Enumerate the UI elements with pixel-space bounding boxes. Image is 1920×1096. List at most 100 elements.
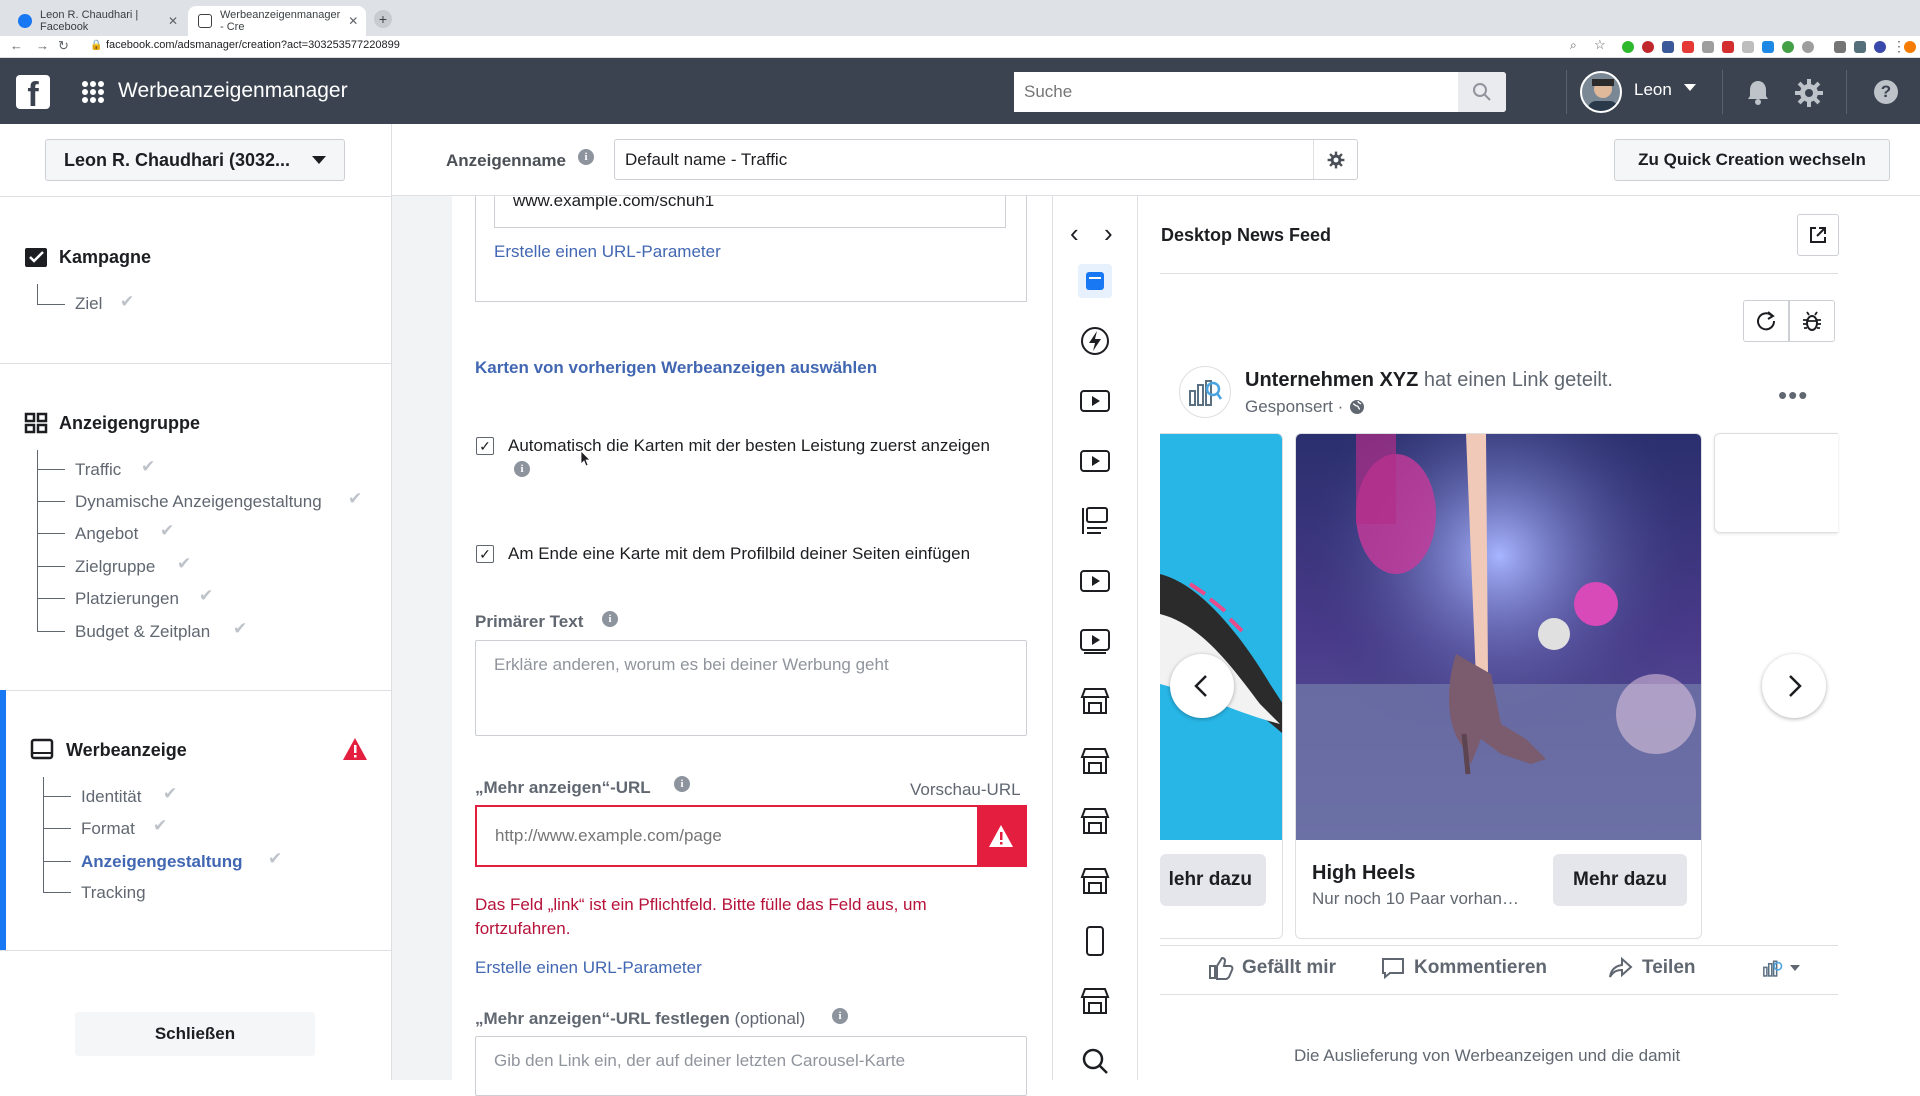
user-menu-caret-icon[interactable] xyxy=(1684,84,1696,91)
video-placement-icon[interactable] xyxy=(1078,384,1112,418)
sidebar-item-angebot[interactable]: Angebot xyxy=(75,524,138,544)
user-name[interactable]: Leon xyxy=(1634,80,1672,100)
marketplace-placement-icon[interactable] xyxy=(1078,744,1112,778)
next-placement-icon[interactable]: › xyxy=(1104,218,1113,249)
profile-avatar-icon[interactable] xyxy=(1874,41,1886,53)
close-button[interactable]: Schließen xyxy=(75,1012,315,1056)
carousel-card-next[interactable] xyxy=(1714,433,1838,533)
sidebar-item-tracking[interactable]: Tracking xyxy=(81,883,146,903)
page-logo[interactable] xyxy=(1179,366,1231,418)
zoom-icon[interactable]: ⌕ xyxy=(1570,38,1577,53)
avatar[interactable] xyxy=(1580,71,1622,113)
card-previous-cta[interactable]: lehr dazu xyxy=(1160,854,1266,906)
marketplace-placement-icon[interactable] xyxy=(1078,864,1112,898)
new-tab-icon[interactable]: + xyxy=(374,10,392,28)
set-url-input[interactable]: Gib den Link ein, der auf deiner letzten… xyxy=(475,1036,1027,1096)
preview-url-link[interactable]: Vorschau-URL xyxy=(910,780,1021,800)
ad-name-input[interactable] xyxy=(615,149,1313,170)
instant-article-placement-icon[interactable] xyxy=(1078,324,1112,358)
marketplace-placement-icon[interactable] xyxy=(1078,684,1112,718)
auto-order-checkbox[interactable]: ✓ xyxy=(476,437,494,455)
more-options-icon[interactable]: ••• xyxy=(1778,380,1808,411)
video-placement-icon[interactable] xyxy=(1078,444,1112,478)
page-selector[interactable] xyxy=(1762,958,1800,978)
previous-placement-icon[interactable]: ‹ xyxy=(1070,218,1079,249)
extension-icon[interactable] xyxy=(1762,41,1774,53)
video-placement-icon[interactable] xyxy=(1078,564,1112,598)
extension-icon[interactable] xyxy=(1662,41,1674,53)
sidebar-item-dynamic[interactable]: Dynamische Anzeigengestaltung xyxy=(75,492,322,512)
update-icon[interactable] xyxy=(1904,41,1916,53)
search-placement-icon[interactable] xyxy=(1078,1044,1112,1078)
extension-icon[interactable] xyxy=(1682,41,1694,53)
more-url-input[interactable] xyxy=(477,807,977,865)
end-card-checkbox[interactable]: ✓ xyxy=(476,545,494,563)
create-url-parameter-link[interactable]: Erstelle einen URL-Parameter xyxy=(475,958,702,978)
carousel-card-high-heels[interactable]: High Heels Nur noch 10 Paar vorhan… Mehr… xyxy=(1295,433,1702,939)
share-button[interactable]: Teilen xyxy=(1608,956,1696,980)
website-url-input[interactable]: www.example.com/schuh1 xyxy=(494,196,1006,228)
sidebar-item-budget[interactable]: Budget & Zeitplan xyxy=(75,622,210,642)
comment-button[interactable]: Kommentieren xyxy=(1380,956,1547,980)
extension-icon[interactable] xyxy=(1722,41,1734,53)
page-name[interactable]: Unternehmen XYZ xyxy=(1245,369,1418,391)
marketplace-placement-icon[interactable] xyxy=(1078,984,1112,1018)
desktop-feed-placement-icon[interactable] xyxy=(1078,264,1112,298)
card-cta-button[interactable]: Mehr dazu xyxy=(1553,854,1687,906)
back-icon[interactable]: ← xyxy=(10,38,23,53)
bookmark-star-icon[interactable]: ☆ xyxy=(1594,37,1606,53)
select-previous-cards-link[interactable]: Karten von vorherigen Werbeanzeigen ausw… xyxy=(475,358,877,378)
close-tab-icon[interactable]: ✕ xyxy=(348,14,358,28)
sidebar-item-ziel[interactable]: Ziel xyxy=(75,294,102,314)
url-text[interactable]: facebook.com/adsmanager/creation?act=303… xyxy=(106,39,400,51)
info-icon[interactable]: i xyxy=(602,611,618,627)
video-placement-icon[interactable] xyxy=(1078,624,1112,658)
open-preview-button[interactable] xyxy=(1797,214,1839,256)
create-url-parameter-link[interactable]: Erstelle einen URL-Parameter xyxy=(494,242,721,262)
sidebar-item-anzeigengestaltung[interactable]: Anzeigengestaltung xyxy=(81,852,243,872)
app-title[interactable]: Werbeanzeigenmanager xyxy=(118,79,348,103)
primary-text-input[interactable]: Erkläre anderen, worum es bei deiner Wer… xyxy=(475,640,1027,736)
marketplace-placement-icon[interactable] xyxy=(1078,804,1112,838)
info-icon[interactable]: i xyxy=(514,461,530,477)
mobile-placement-icon[interactable] xyxy=(1078,924,1112,958)
help-icon[interactable]: ? xyxy=(1874,80,1898,104)
extension-icon[interactable] xyxy=(1742,41,1754,53)
forward-icon[interactable]: → xyxy=(36,38,49,53)
settings-gear-icon[interactable] xyxy=(1794,78,1824,108)
extension-icon[interactable] xyxy=(1702,41,1714,53)
refresh-preview-button[interactable] xyxy=(1743,300,1789,342)
carousel-next-button[interactable] xyxy=(1762,654,1826,718)
extension-icon[interactable] xyxy=(1802,41,1814,53)
carousel-previous-button[interactable] xyxy=(1170,654,1234,718)
sidebar-section-ad[interactable]: Werbeanzeige xyxy=(66,740,187,761)
search-button[interactable] xyxy=(1458,72,1506,112)
extension-icon[interactable] xyxy=(1854,41,1866,53)
ad-name-settings-button[interactable] xyxy=(1313,140,1357,179)
sidebar-item-platzierungen[interactable]: Platzierungen xyxy=(75,589,179,609)
debug-preview-button[interactable] xyxy=(1789,300,1835,342)
info-icon[interactable]: i xyxy=(832,1008,848,1024)
right-column-placement-icon[interactable] xyxy=(1078,504,1112,538)
extension-icon[interactable] xyxy=(1622,41,1634,53)
reload-icon[interactable]: ↻ xyxy=(58,38,69,54)
apps-grid-icon[interactable] xyxy=(82,81,104,103)
account-selector[interactable]: Leon R. Chaudhari (3032... xyxy=(45,139,345,181)
quick-creation-button[interactable]: Zu Quick Creation wechseln xyxy=(1614,139,1890,181)
info-icon[interactable]: i xyxy=(674,776,690,792)
extension-icon[interactable] xyxy=(1782,41,1794,53)
extension-icon[interactable] xyxy=(1642,41,1654,53)
sidebar-item-identitaet[interactable]: Identität xyxy=(81,787,142,807)
sidebar-item-zielgruppe[interactable]: Zielgruppe xyxy=(75,557,155,577)
sidebar-item-traffic[interactable]: Traffic xyxy=(75,460,121,480)
facebook-logo-icon[interactable]: f xyxy=(16,75,50,109)
notifications-bell-icon[interactable] xyxy=(1744,78,1772,106)
close-tab-icon[interactable]: ✕ xyxy=(168,14,178,28)
like-button[interactable]: Gefällt mir xyxy=(1208,956,1336,980)
sidebar-section-campaign[interactable]: Kampagne xyxy=(59,247,151,268)
browser-tab-adsmanager[interactable]: Werbeanzeigenmanager - Cre ✕ xyxy=(188,6,366,36)
info-icon[interactable]: i xyxy=(578,149,594,165)
sidebar-item-format[interactable]: Format xyxy=(81,819,135,839)
sidebar-section-adset[interactable]: Anzeigengruppe xyxy=(59,413,200,434)
search-input[interactable] xyxy=(1014,72,1458,112)
